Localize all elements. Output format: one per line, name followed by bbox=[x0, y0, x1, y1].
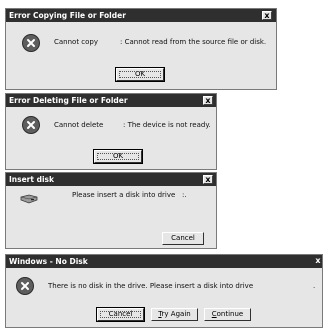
cancel-button[interactable]: Cancel bbox=[96, 307, 145, 322]
disk-drive-icon bbox=[19, 194, 39, 204]
insert-disk-dialog: Insert disk x Please insert a disk into … bbox=[5, 172, 217, 249]
error-deleting-title-bar: Error Deleting File or Folder bbox=[6, 94, 216, 107]
focus-rect bbox=[97, 153, 139, 160]
ok-button[interactable]: OK bbox=[115, 67, 165, 82]
error-copying-message: : Cannot read from the source file or di… bbox=[120, 38, 267, 46]
continue-label: ontinue bbox=[216, 310, 244, 318]
focus-rect bbox=[100, 311, 141, 318]
try-again-button[interactable]: Try Again bbox=[151, 308, 198, 321]
error-deleting-message: : The device is not ready. bbox=[123, 121, 211, 129]
try-again-label: ry Again bbox=[161, 310, 191, 318]
no-disk-dialog: Windows - No Disk x There is no disk in … bbox=[5, 254, 323, 328]
error-copying-message-prefix: Cannot copy bbox=[54, 38, 99, 46]
cancel-button-label: Cancel bbox=[171, 234, 195, 242]
insert-disk-message: Please insert a disk into drive :. bbox=[72, 191, 187, 199]
error-icon bbox=[22, 116, 40, 134]
close-icon[interactable]: x bbox=[203, 96, 213, 105]
ok-button[interactable]: OK bbox=[93, 149, 143, 164]
error-copying-title-bar: Error Copying File or Folder bbox=[6, 9, 276, 22]
focus-rect bbox=[119, 71, 161, 78]
no-disk-trailing-mark: . bbox=[313, 282, 316, 290]
close-icon[interactable]: x bbox=[203, 175, 213, 184]
error-copying-title: Error Copying File or Folder bbox=[9, 11, 126, 20]
no-disk-title: Windows - No Disk bbox=[9, 257, 88, 266]
error-deleting-message-prefix: Cannot delete bbox=[54, 121, 104, 129]
insert-disk-title: Insert disk bbox=[9, 175, 54, 184]
insert-disk-title-bar: Insert disk bbox=[6, 173, 216, 186]
error-deleting-dialog: Error Deleting File or Folder x Cannot d… bbox=[5, 93, 217, 170]
no-disk-message: There is no disk in the drive. Please in… bbox=[48, 282, 254, 290]
error-icon bbox=[16, 277, 34, 295]
error-copying-dialog: Error Copying File or Folder x Cannot co… bbox=[5, 8, 277, 90]
error-deleting-title: Error Deleting File or Folder bbox=[9, 96, 128, 105]
close-icon[interactable]: x bbox=[262, 11, 272, 20]
close-icon[interactable]: x bbox=[313, 257, 323, 266]
continue-button[interactable]: Continue bbox=[204, 308, 251, 321]
no-disk-title-bar: Windows - No Disk bbox=[6, 255, 322, 268]
error-icon bbox=[22, 34, 40, 52]
cancel-button[interactable]: Cancel bbox=[162, 232, 204, 245]
